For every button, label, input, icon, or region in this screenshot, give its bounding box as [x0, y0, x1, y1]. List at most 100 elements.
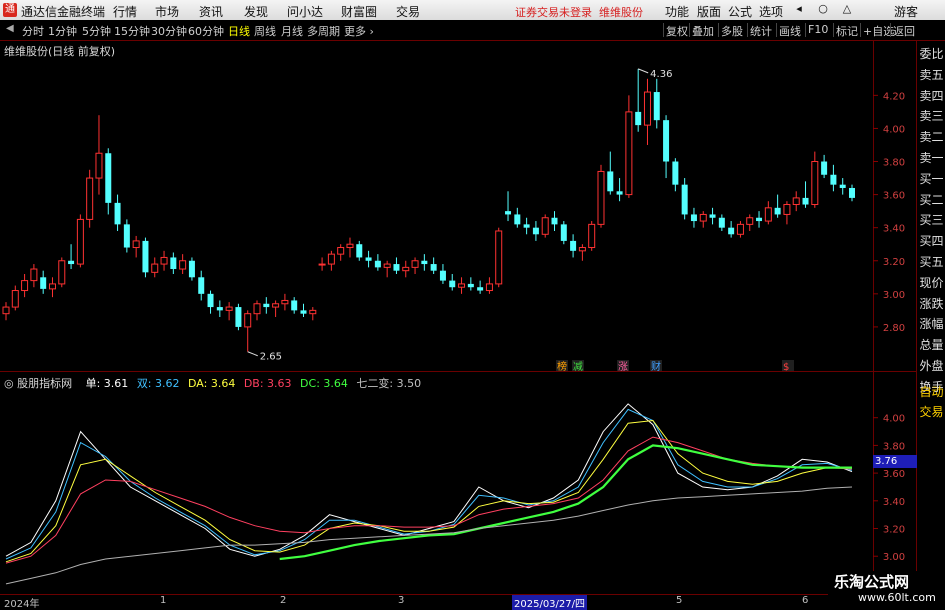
side-item[interactable]: 委比: [918, 44, 945, 65]
candle-body: [318, 263, 326, 266]
tab-timeshare[interactable]: 分时: [22, 23, 44, 39]
menu-quotes[interactable]: 行情: [113, 3, 137, 20]
tab-weekly[interactable]: 周线: [254, 23, 276, 39]
candle-body: [411, 260, 419, 268]
candle-body: [728, 227, 735, 235]
menu-layout[interactable]: 版面: [697, 3, 721, 20]
side-item[interactable]: 总量: [918, 335, 945, 356]
y-tick-label: 4.00: [883, 124, 905, 135]
event-tag: 榜: [557, 360, 567, 371]
candle-body: [105, 153, 112, 203]
tab-more[interactable]: 更多 ›: [344, 23, 374, 39]
candle-body: [458, 283, 466, 288]
bell-icon[interactable]: △: [840, 2, 854, 16]
app-logo-icon: 通: [3, 3, 17, 17]
ind-tick-label: 3.60: [883, 469, 905, 480]
menu-ask-xiaoda[interactable]: 问小达: [287, 3, 323, 20]
side-item[interactable]: 外盘: [918, 356, 945, 377]
candle-body: [477, 287, 484, 291]
tool-back[interactable]: 返回: [890, 23, 917, 38]
side-item[interactable]: 买二: [918, 190, 945, 211]
side-item[interactable]: 卖二: [918, 127, 945, 148]
tab-multi-period[interactable]: 多周期: [307, 23, 340, 39]
candle-body: [570, 240, 577, 251]
candle-body: [356, 244, 363, 258]
indicator-name[interactable]: ◎ 股朋指标网: [4, 377, 77, 390]
candle-body: [774, 207, 781, 215]
side-item[interactable]: 涨幅: [918, 314, 945, 335]
tool-stats[interactable]: 统计: [747, 23, 774, 38]
menu-market[interactable]: 市场: [155, 3, 179, 20]
side-item[interactable]: 卖四: [918, 86, 945, 107]
login-warning[interactable]: 证券交易未登录 维维股份: [515, 4, 643, 20]
user-label[interactable]: 游客: [894, 3, 918, 20]
candle-body: [663, 120, 670, 162]
tool-f10[interactable]: F10: [805, 23, 830, 37]
tab-60min[interactable]: 60分钟: [188, 23, 224, 39]
candle-body: [402, 266, 410, 272]
tool-multi-stock[interactable]: 多股: [718, 23, 745, 38]
candle-body: [746, 217, 754, 225]
candle-body: [485, 283, 493, 292]
candle-body: [532, 227, 539, 235]
side-item[interactable]: 现价: [918, 273, 945, 294]
series-双: [5, 408, 853, 560]
candle-body: [76, 218, 84, 265]
candle-body: [244, 313, 252, 328]
tool-adjust[interactable]: 复权: [663, 23, 690, 38]
search-icon[interactable]: ○: [816, 2, 830, 16]
menu-discover[interactable]: 发现: [244, 3, 268, 20]
candle-body: [783, 204, 791, 215]
candle-body: [393, 264, 400, 271]
candle-body: [2, 306, 10, 315]
candle-body: [449, 280, 456, 288]
candle-body: [374, 260, 381, 268]
time-tick: 2: [280, 595, 287, 606]
speaker-icon[interactable]: ◂: [792, 2, 806, 16]
side-item[interactable]: 卖三: [918, 106, 945, 127]
series-DA: [5, 419, 852, 563]
tab-1min[interactable]: 1分钟: [48, 23, 77, 39]
legend-da: DA: 3.64: [188, 377, 236, 390]
tool-mark[interactable]: 标记: [833, 23, 860, 38]
candle-body: [681, 184, 688, 215]
collapse-icon[interactable]: ◀: [6, 23, 14, 34]
candle-body: [30, 268, 38, 282]
candle-body: [383, 263, 391, 268]
menu-wealth-circle[interactable]: 财富圈: [341, 3, 377, 20]
tab-5min[interactable]: 5分钟: [82, 23, 111, 39]
trade-label[interactable]: 交易: [918, 402, 945, 422]
y-tick-label: 3.40: [883, 224, 905, 235]
candle-body: [421, 260, 428, 265]
y-tick-label: 3.80: [883, 158, 905, 169]
candle-body: [188, 260, 195, 278]
menu-options[interactable]: 选项: [759, 3, 783, 20]
menu-trade[interactable]: 交易: [396, 3, 420, 20]
menu-news[interactable]: 资讯: [199, 3, 223, 20]
y-tick-label: 2.80: [883, 323, 905, 334]
candlestick-chart[interactable]: 4.20 4.00 3.80 3.60 3.40 3.20 3.00 2.80 4.36 2.65…: [0, 40, 916, 371]
candle-body: [263, 303, 270, 308]
y-tick-label: 3.20: [883, 257, 905, 268]
candle-body: [607, 171, 614, 192]
menu-formula[interactable]: 公式: [728, 3, 752, 20]
candle-body: [337, 247, 345, 255]
tab-30min[interactable]: 30分钟: [151, 23, 187, 39]
side-item[interactable]: 买四: [918, 231, 945, 252]
menu-function[interactable]: 功能: [665, 3, 689, 20]
tab-15min[interactable]: 15分钟: [114, 23, 150, 39]
tool-overlay[interactable]: 叠加: [689, 23, 716, 38]
candle-body: [643, 91, 651, 126]
candle-body: [756, 217, 763, 222]
side-item[interactable]: 卖五: [918, 65, 945, 86]
side-item[interactable]: 买五: [918, 252, 945, 273]
side-item[interactable]: 买三: [918, 210, 945, 231]
side-item[interactable]: 涨跌: [918, 294, 945, 315]
tool-draw[interactable]: 画线: [776, 23, 803, 38]
indicator-chart[interactable]: 4.003.803.603.403.203.0014:5614:5614:561…: [0, 372, 916, 594]
side-item[interactable]: 买一: [918, 169, 945, 190]
side-item[interactable]: 卖一: [918, 148, 945, 169]
auto-label[interactable]: 自动: [918, 382, 945, 402]
tab-daily[interactable]: 日线: [228, 23, 250, 39]
tab-monthly[interactable]: 月线: [281, 23, 303, 39]
